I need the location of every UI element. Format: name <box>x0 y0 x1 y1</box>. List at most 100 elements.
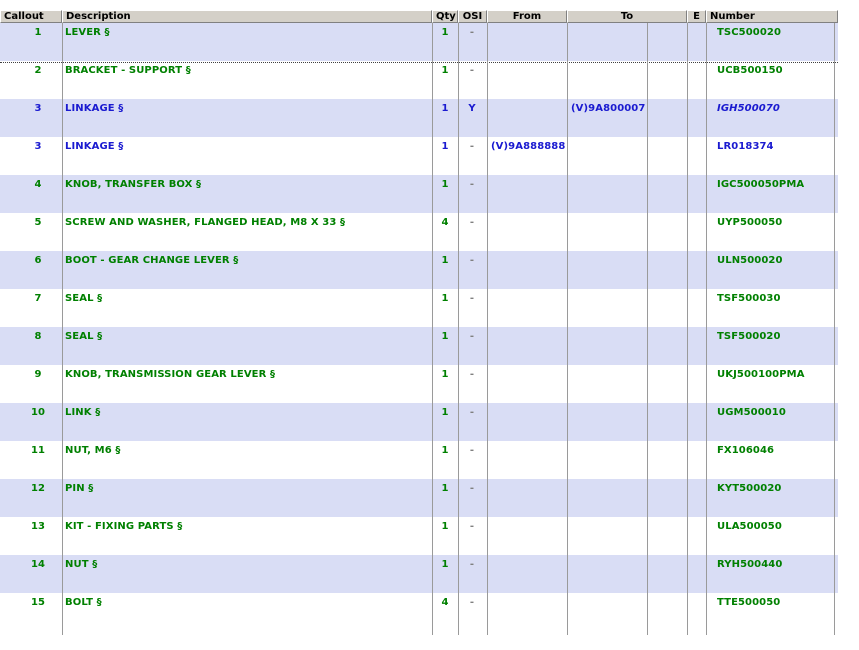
cell-from: (V)9A888888 <box>491 141 566 152</box>
cell-description: SEAL § <box>65 293 103 304</box>
cell-qty: 1 <box>441 369 449 380</box>
selection-focus-line <box>0 62 838 63</box>
cell-qty: 1 <box>441 179 449 190</box>
table-row[interactable]: 11 NUT, M6 § 1 - FX106046 <box>0 441 838 479</box>
cell-callout: 10 <box>30 407 46 418</box>
cell-callout: 7 <box>34 293 42 304</box>
cell-number: KYT500020 <box>717 483 782 494</box>
cell-callout: 15 <box>30 597 46 608</box>
column-divider <box>432 23 433 635</box>
cell-description: SEAL § <box>65 331 103 342</box>
cell-number: TSF500020 <box>717 331 781 342</box>
cell-osi: - <box>469 331 475 342</box>
table-row[interactable]: 13 KIT - FIXING PARTS § 1 - ULA500050 <box>0 517 838 555</box>
table-row[interactable]: 14 NUT § 1 - RYH500440 <box>0 555 838 593</box>
cell-number: IGC500050PMA <box>717 179 805 190</box>
cell-qty: 4 <box>441 217 449 228</box>
header-osi[interactable]: OSI <box>458 10 487 23</box>
cell-number: TSF500030 <box>717 293 781 304</box>
column-divider <box>687 23 688 635</box>
cell-number: UKJ500100PMA <box>717 369 805 380</box>
cell-qty: 1 <box>441 293 449 304</box>
table-row[interactable]: 9 KNOB, TRANSMISSION GEAR LEVER § 1 - UKJ500… <box>0 365 838 403</box>
column-divider <box>62 23 63 635</box>
cell-callout: 8 <box>34 331 42 342</box>
cell-description: LINK § <box>65 407 101 418</box>
cell-osi: - <box>469 217 475 228</box>
table-row[interactable]: 8 SEAL § 1 - TSF500020 <box>0 327 838 365</box>
cell-description: SCREW AND WASHER, FLANGED HEAD, M8 X 33 … <box>65 217 346 228</box>
cell-qty: 1 <box>441 483 449 494</box>
cell-description: KNOB, TRANSMISSION GEAR LEVER § <box>65 369 276 380</box>
cell-qty: 1 <box>441 331 449 342</box>
header-qty[interactable]: Qty <box>432 10 458 23</box>
cell-callout: 3 <box>34 103 42 114</box>
column-divider <box>567 23 568 635</box>
cell-number: UYP500050 <box>717 217 783 228</box>
cell-number: UGM500010 <box>717 407 786 418</box>
header-description[interactable]: Description <box>62 10 432 23</box>
table-row[interactable]: 15 BOLT § 4 - TTE500050 <box>0 593 838 631</box>
table-row[interactable]: 7 SEAL § 1 - TSF500030 <box>0 289 838 327</box>
cell-description: PIN § <box>65 483 94 494</box>
cell-callout: 1 <box>34 27 42 38</box>
cell-callout: 3 <box>34 141 42 152</box>
cell-callout: 2 <box>34 65 42 76</box>
cell-qty: 1 <box>441 521 449 532</box>
cell-callout: 14 <box>30 559 46 570</box>
cell-qty: 1 <box>441 103 449 114</box>
table-row[interactable]: 10 LINK § 1 - UGM500010 <box>0 403 838 441</box>
cell-description: KNOB, TRANSFER BOX § <box>65 179 202 190</box>
cell-description: KIT - FIXING PARTS § <box>65 521 183 532</box>
column-divider <box>487 23 488 635</box>
cell-number: TTE500050 <box>717 597 781 608</box>
header-callout[interactable]: Callout <box>0 10 62 23</box>
cell-osi: - <box>469 65 475 76</box>
cell-qty: 1 <box>441 407 449 418</box>
cell-description: LINKAGE § <box>65 103 124 114</box>
table-row[interactable]: 12 PIN § 1 - KYT500020 <box>0 479 838 517</box>
cell-number: ULA500050 <box>717 521 782 532</box>
cell-number: FX106046 <box>717 445 775 456</box>
header-number[interactable]: Number <box>706 10 838 23</box>
cell-osi: - <box>469 255 475 266</box>
cell-osi: - <box>469 559 475 570</box>
cell-to: (V)9A800007 <box>571 103 646 114</box>
column-divider <box>834 23 835 635</box>
table-row[interactable]: 1 LEVER § 1 - TSC500020 <box>0 23 838 61</box>
cell-callout: 9 <box>34 369 42 380</box>
cell-number: ULN500020 <box>717 255 783 266</box>
cell-description: BRACKET - SUPPORT § <box>65 65 191 76</box>
cell-osi: - <box>469 27 475 38</box>
column-divider <box>458 23 459 635</box>
cell-qty: 1 <box>441 65 449 76</box>
cell-qty: 1 <box>441 445 449 456</box>
cell-callout: 13 <box>30 521 46 532</box>
cell-callout: 6 <box>34 255 42 266</box>
table-row[interactable]: 3 LINKAGE § 1 Y (V)9A800007 IGH500070 <box>0 99 838 137</box>
cell-callout: 12 <box>30 483 46 494</box>
table-row[interactable]: 5 SCREW AND WASHER, FLANGED HEAD, M8 X 33… <box>0 213 838 251</box>
table-row[interactable]: 6 BOOT - GEAR CHANGE LEVER § 1 - ULN500020 <box>0 251 838 289</box>
parts-list-grid: Callout Description Qty OSI From To E Nu… <box>0 0 859 650</box>
cell-qty: 1 <box>441 27 449 38</box>
cell-description: LEVER § <box>65 27 110 38</box>
cell-description: BOLT § <box>65 597 102 608</box>
cell-qty: 1 <box>441 255 449 266</box>
cell-osi: - <box>469 369 475 380</box>
cell-osi: - <box>469 407 475 418</box>
header-e[interactable]: E <box>687 10 706 23</box>
cell-osi: - <box>469 293 475 304</box>
cell-number: RYH500440 <box>717 559 783 570</box>
header-from[interactable]: From <box>487 10 567 23</box>
table-row[interactable]: 3 LINKAGE § 1 - (V)9A888888 LR018374 <box>0 137 838 175</box>
column-header-bar: Callout Description Qty OSI From To E Nu… <box>0 0 838 23</box>
table-row[interactable]: 4 KNOB, TRANSFER BOX § 1 - IGC500050PMA <box>0 175 838 213</box>
header-to[interactable]: To <box>567 10 687 23</box>
cell-osi: - <box>469 521 475 532</box>
table-row[interactable]: 2 BRACKET - SUPPORT § 1 - UCB500150 <box>0 61 838 99</box>
cell-number: LR018374 <box>717 141 774 152</box>
cell-description: NUT § <box>65 559 98 570</box>
cell-osi: - <box>469 179 475 190</box>
cell-osi: Y <box>468 103 476 114</box>
